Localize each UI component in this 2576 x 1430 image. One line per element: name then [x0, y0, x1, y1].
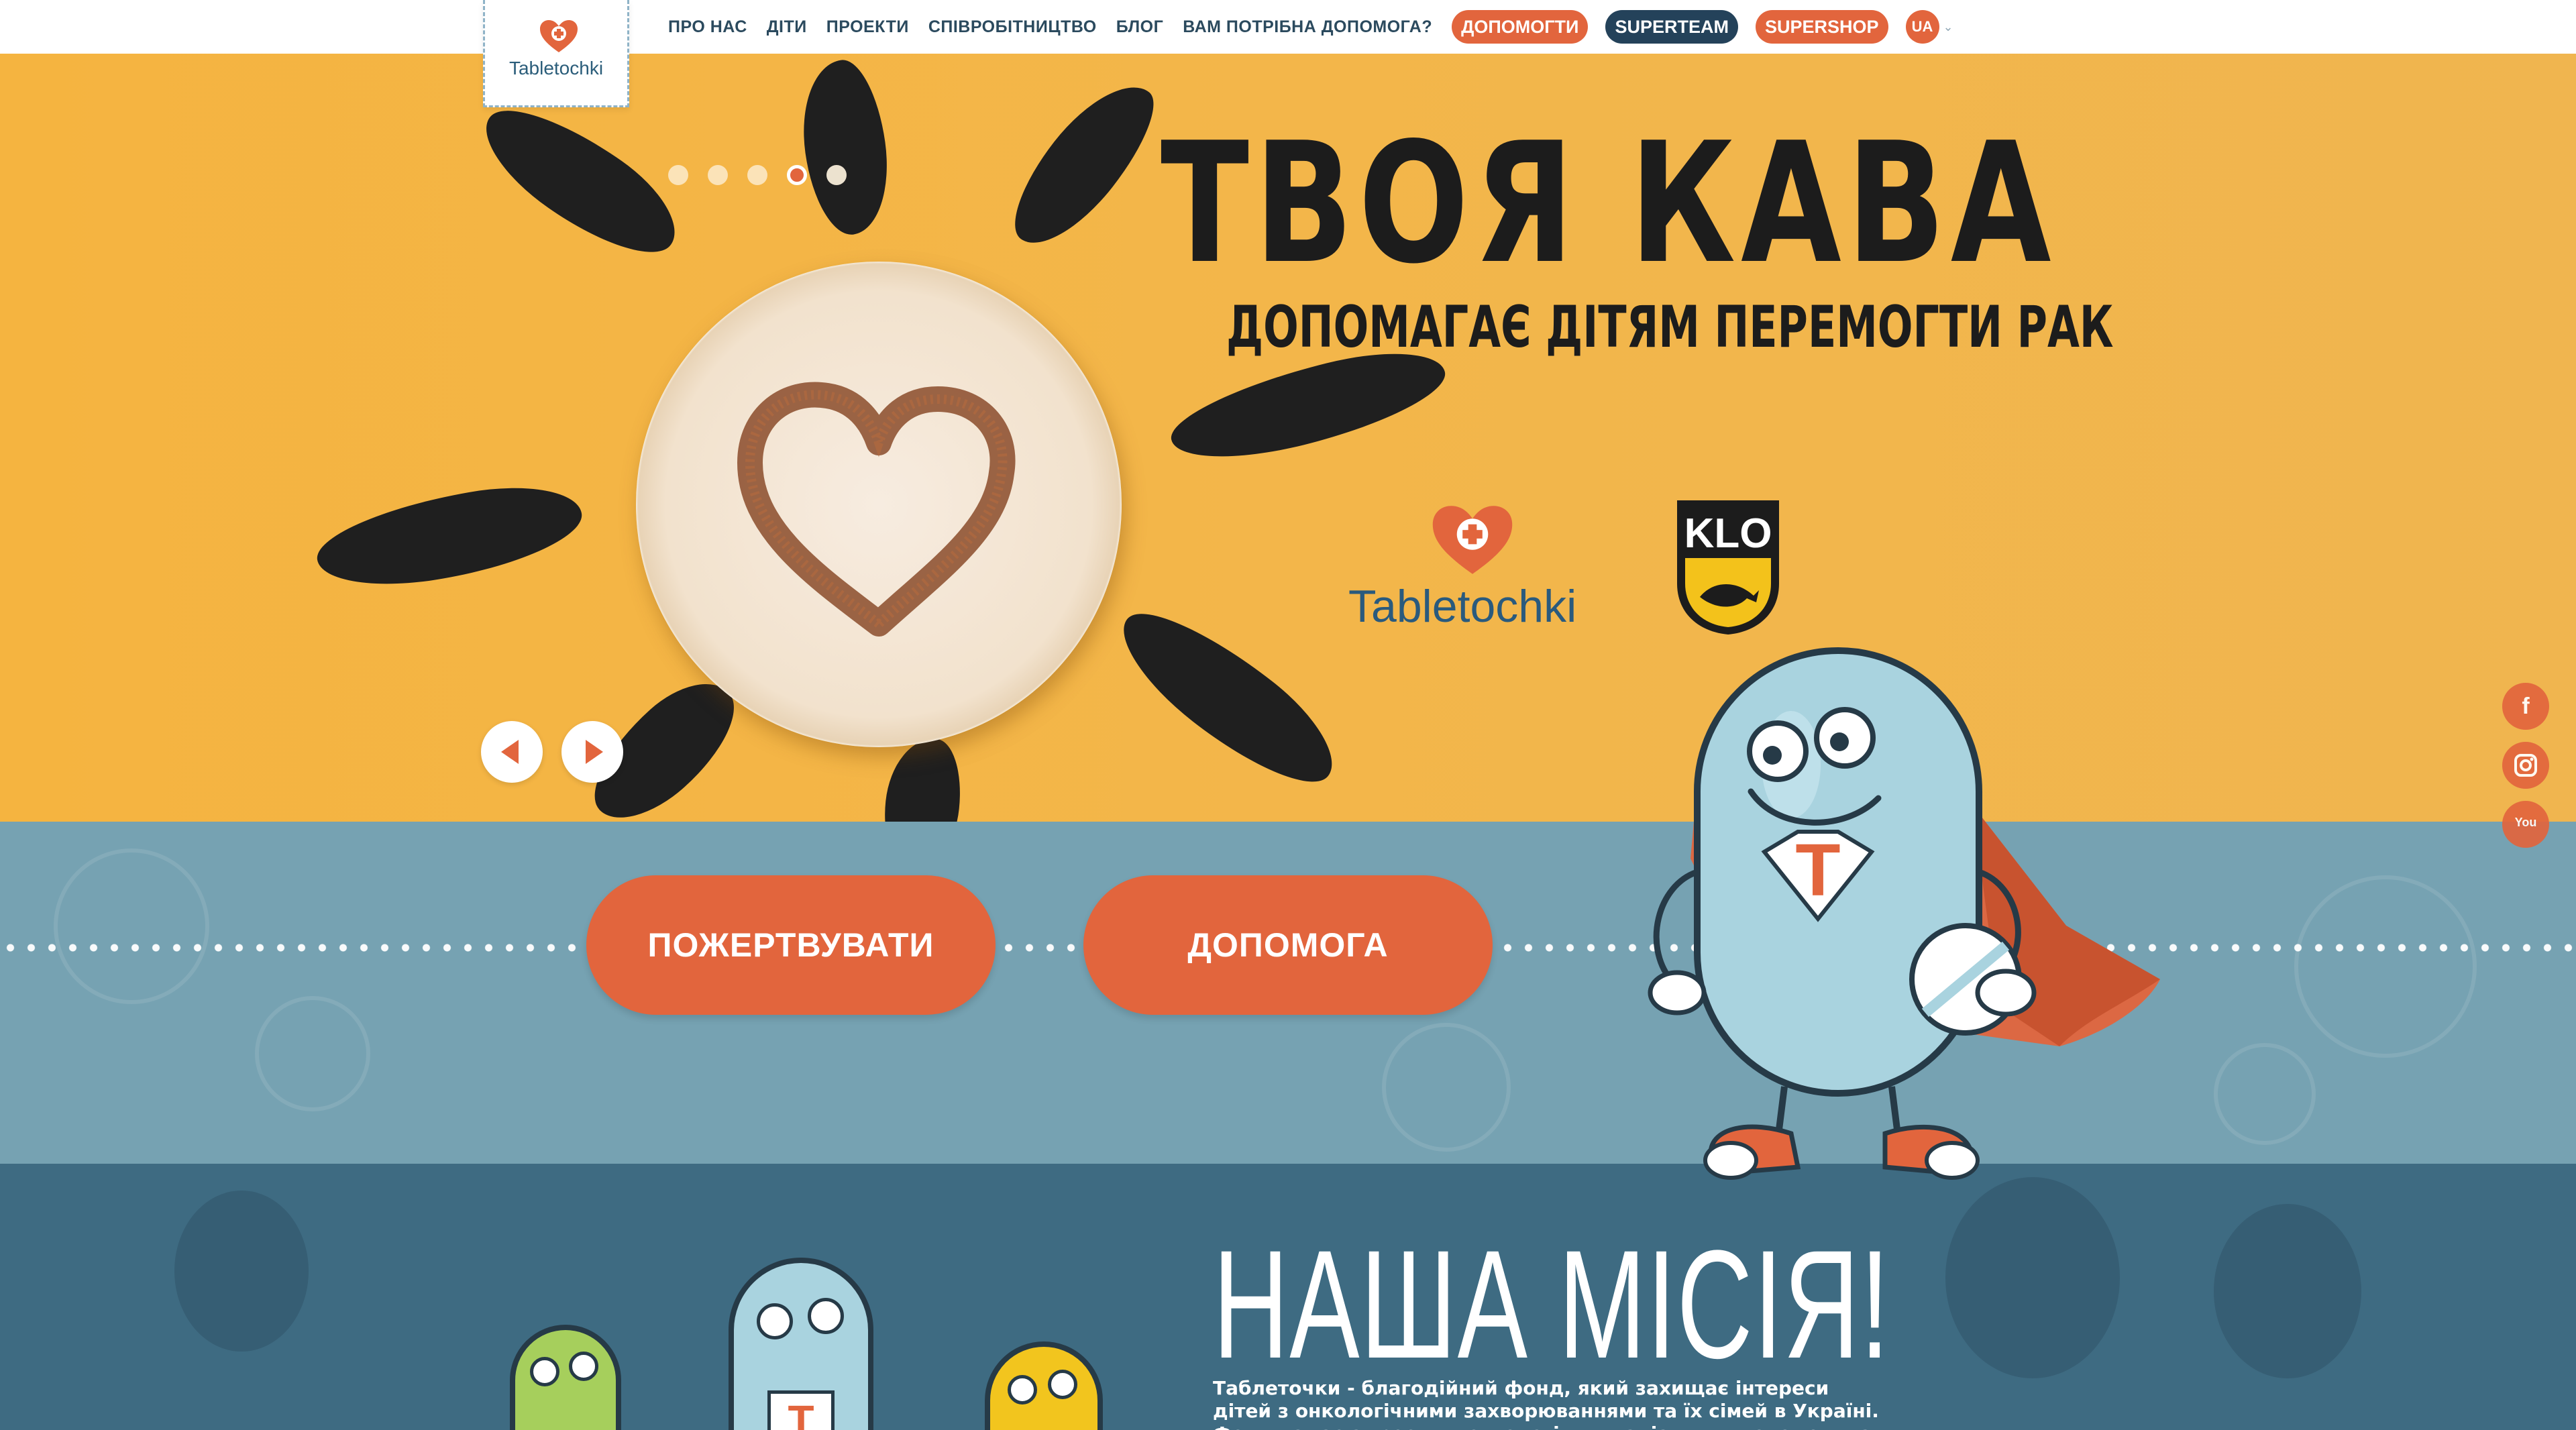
t-shield-icon: T: [767, 1390, 835, 1430]
instagram-link[interactable]: [2502, 742, 2549, 789]
background-doodle: [255, 996, 370, 1111]
slider-next-button[interactable]: [561, 721, 623, 783]
mission-title: НАША МІСІЯ!: [1213, 1218, 1890, 1390]
hero-title: ТВОЯ КАВА: [1161, 107, 2057, 300]
nav-link-projects[interactable]: ПРОЕКТИ: [826, 17, 909, 37]
youtube-link[interactable]: You: [2502, 801, 2549, 848]
slide-dot-1[interactable]: [668, 165, 688, 185]
yellow-pill-mascot-icon: [985, 1341, 1103, 1430]
brush-stroke: [466, 85, 694, 278]
background-photo-face: [174, 1191, 309, 1352]
brush-stroke: [878, 734, 967, 822]
background-doodle: [1382, 1023, 1511, 1152]
call-to-action-band: ПОЖЕРТВУВАТИ ДОПОМОГА: [0, 822, 2576, 1164]
slider-prev-button[interactable]: [481, 721, 543, 783]
brush-stroke: [1102, 587, 1353, 808]
klo-badge-text: KLO: [1684, 510, 1772, 557]
brush-stroke: [793, 55, 898, 240]
green-pill-mascot-icon: [510, 1325, 621, 1430]
brush-stroke: [994, 64, 1173, 264]
donate-button[interactable]: ПОЖЕРТВУВАТИ: [586, 875, 996, 1015]
arrow-right-icon: [586, 740, 603, 764]
chevron-down-icon: ⌄: [1943, 19, 1953, 34]
svg-text:T: T: [1795, 829, 1840, 912]
partner-logo-tabletochki: Tabletochki: [1348, 581, 1577, 632]
blue-pill-mascot-icon: T: [729, 1258, 873, 1430]
main-navigation: ПРО НАС ДІТИ ПРОЕКТИ СПІВРОБІТНИЦТВО БЛО…: [668, 0, 1953, 54]
background-photo-face: [2214, 1204, 2361, 1378]
help-button[interactable]: ДОПОМОГА: [1083, 875, 1493, 1015]
top-navigation-bar: ПРО НАС ДІТИ ПРОЕКТИ СПІВРОБІТНИЦТВО БЛО…: [0, 0, 2576, 54]
logo-wordmark: Tabletochki: [508, 58, 604, 78]
background-doodle: [2294, 875, 2477, 1058]
tabletochki-heart-logo-icon: [1432, 506, 1513, 574]
facebook-link[interactable]: f: [2502, 683, 2549, 730]
help-pill-button[interactable]: ДОПОМОГТИ: [1452, 10, 1589, 44]
youtube-icon: You: [2514, 816, 2537, 829]
mission-description: Таблеточки - благодійний фонд, який захи…: [1213, 1377, 1879, 1430]
language-selector[interactable]: UA ⌄: [1905, 10, 1953, 44]
background-doodle: [54, 848, 209, 1004]
mission-section: T НАША МІСІЯ! Таблеточки - благодійний ф…: [0, 1164, 2576, 1430]
nav-link-need-help[interactable]: ВАМ ПОТРІБНА ДОПОМОГА?: [1183, 17, 1432, 37]
nav-link-blog[interactable]: БЛОГ: [1116, 17, 1164, 37]
hero-slider: ТВОЯ КАВА ДОПОМАГАЄ ДІТЯМ ПЕРЕМОГТИ РАК …: [0, 54, 2576, 822]
slider-pagination: [668, 165, 866, 185]
nav-link-about[interactable]: ПРО НАС: [668, 17, 747, 37]
facebook-icon: f: [2522, 694, 2530, 719]
klo-logo-icon: KLO: [1677, 500, 1779, 635]
nav-link-children[interactable]: ДІТИ: [767, 17, 807, 37]
brush-stroke: [310, 474, 589, 600]
site-logo[interactable]: Tabletochki: [483, 0, 629, 107]
hero-subtitle: ДОПОМАГАЄ ДІТЯМ ПЕРЕМОГТИ РАК: [1226, 294, 2114, 361]
slide-dot-4-active[interactable]: [787, 165, 807, 185]
slide-dot-2[interactable]: [708, 165, 728, 185]
nav-link-cooperation[interactable]: СПІВРОБІТНИЦТВО: [928, 17, 1097, 37]
latte-heart-icon: [737, 382, 1016, 637]
supershop-pill-button[interactable]: SUPERSHOP: [1755, 10, 1888, 44]
superhero-pill-mascot-icon: T: [1648, 647, 2160, 1180]
instagram-icon: [2514, 754, 2537, 777]
superteam-pill-button[interactable]: SUPERTEAM: [1605, 10, 1738, 44]
slide-dot-3[interactable]: [747, 165, 767, 185]
arrow-left-icon: [501, 740, 519, 764]
coffee-cup-image: [636, 262, 1122, 747]
background-photo-face: [1945, 1177, 2120, 1378]
heart-cross-logo-icon: [540, 20, 578, 52]
slide-dot-5[interactable]: [826, 165, 847, 185]
language-code: UA: [1905, 10, 1939, 44]
background-doodle: [2214, 1043, 2316, 1145]
